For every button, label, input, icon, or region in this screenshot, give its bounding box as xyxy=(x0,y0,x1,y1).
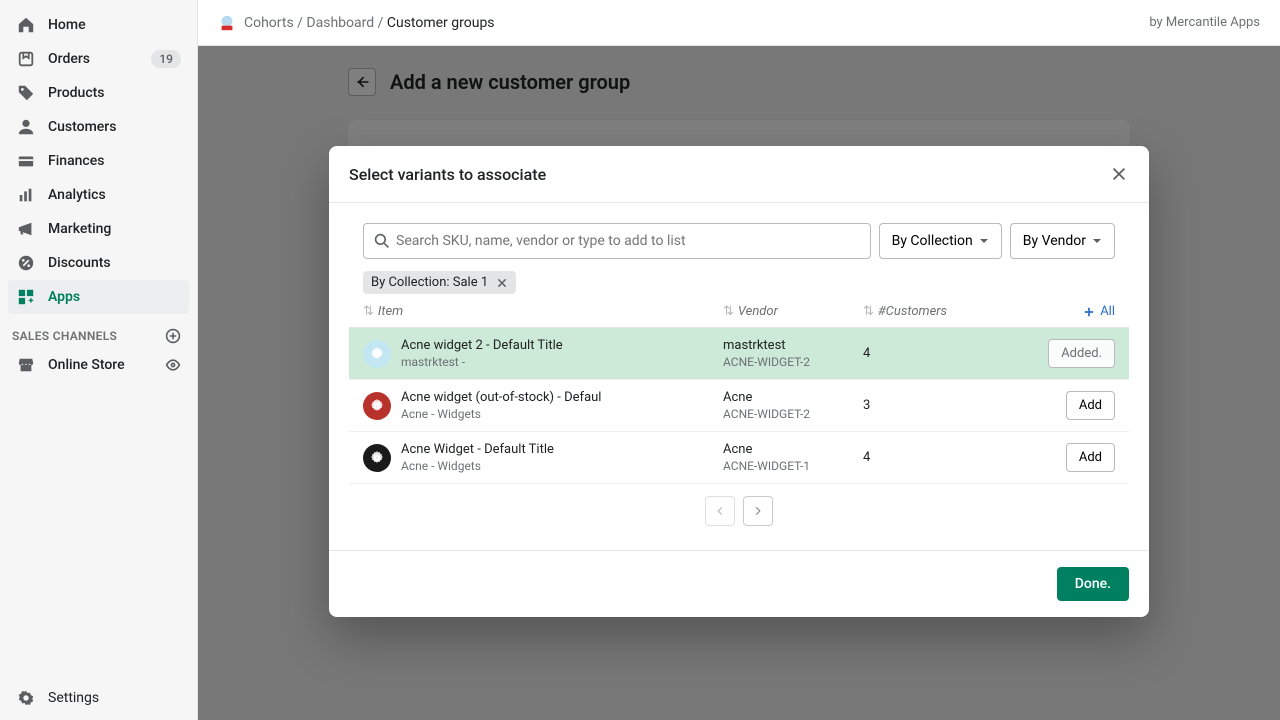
nav-label: Home xyxy=(48,17,86,33)
by-collection-dropdown[interactable]: By Collection xyxy=(879,223,1002,259)
pagination xyxy=(349,484,1129,538)
add-button[interactable]: Add xyxy=(1066,443,1115,472)
sort-icon[interactable]: ⇅ xyxy=(863,304,874,319)
vendor: Acne xyxy=(723,442,810,457)
store-icon xyxy=(16,355,36,375)
finances-icon xyxy=(16,151,36,171)
close-button[interactable] xyxy=(1109,164,1129,184)
item-title: Acne widget 2 - Default Title xyxy=(401,338,563,353)
modal-footer: Done. xyxy=(329,550,1149,617)
tag-icon xyxy=(16,83,36,103)
breadcrumb-a[interactable]: Cohorts xyxy=(244,15,294,31)
nav-marketing[interactable]: Marketing xyxy=(8,212,189,246)
table-row: Acne widget 2 - Default Title mastrktest … xyxy=(349,328,1129,380)
nav-home[interactable]: Home xyxy=(8,8,189,42)
item-subtitle: Acne - Widgets xyxy=(401,459,554,473)
nav-finances[interactable]: Finances xyxy=(8,144,189,178)
add-all-button[interactable]: All xyxy=(1082,304,1115,319)
sku: ACNE-WIDGET-2 xyxy=(723,355,810,369)
customer-count: 3 xyxy=(863,398,870,413)
nav-orders[interactable]: Orders 19 xyxy=(8,42,189,76)
filter-chip: By Collection: Sale 1 xyxy=(363,271,516,294)
nav-label: Marketing xyxy=(48,221,111,237)
person-icon xyxy=(16,117,36,137)
table-head: ⇅Item ⇅Vendor ⇅#Customers All xyxy=(349,304,1129,328)
gear-icon xyxy=(363,340,391,368)
home-icon xyxy=(16,15,36,35)
nav-discounts[interactable]: Discounts xyxy=(8,246,189,280)
variant-modal: Select variants to associate By Collecti… xyxy=(329,146,1149,617)
nav-label: Finances xyxy=(48,153,104,169)
app-logo-icon xyxy=(218,14,236,32)
analytics-icon xyxy=(16,185,36,205)
nav-customers[interactable]: Customers xyxy=(8,110,189,144)
sort-icon[interactable]: ⇅ xyxy=(723,304,734,319)
gear-icon xyxy=(363,392,391,420)
table-row: Acne Widget - Default Title Acne - Widget… xyxy=(349,432,1129,484)
nav-label: Customers xyxy=(48,119,116,135)
megaphone-icon xyxy=(16,219,36,239)
item-subtitle: mastrktest - xyxy=(401,355,563,369)
add-button[interactable]: Add xyxy=(1066,391,1115,420)
search-wrap[interactable] xyxy=(363,223,871,259)
search-input[interactable] xyxy=(396,233,860,249)
nav-label: Discounts xyxy=(48,255,111,271)
orders-icon xyxy=(16,49,36,69)
nav-label: Analytics xyxy=(48,187,106,203)
sku: ACNE-WIDGET-1 xyxy=(723,459,810,473)
remove-chip-icon[interactable] xyxy=(496,277,508,289)
breadcrumb-b[interactable]: Dashboard xyxy=(306,15,374,31)
by-vendor-dropdown[interactable]: By Vendor xyxy=(1010,223,1115,259)
nav-label: Orders xyxy=(48,51,90,67)
nav-products[interactable]: Products xyxy=(8,76,189,110)
vendor: mastrktest xyxy=(723,338,810,353)
table-body: Acne widget 2 - Default Title mastrktest … xyxy=(349,328,1129,484)
view-store-icon[interactable] xyxy=(165,357,181,373)
gear-icon xyxy=(363,444,391,472)
item-title: Acne widget (out-of-stock) - Defaul xyxy=(401,390,601,405)
main: Cohorts / Dashboard / Customer groups by… xyxy=(198,0,1280,720)
modal-overlay: Select variants to associate By Collecti… xyxy=(198,46,1280,720)
sort-icon[interactable]: ⇅ xyxy=(363,304,374,319)
breadcrumb: Cohorts / Dashboard / Customer groups xyxy=(244,15,495,31)
customer-count: 4 xyxy=(863,450,870,465)
chevron-down-icon xyxy=(979,236,989,246)
add-channel-icon[interactable] xyxy=(165,328,181,344)
product-thumbnail xyxy=(363,340,391,368)
item-subtitle: Acne - Widgets xyxy=(401,407,601,421)
modal-body: By Collection By Vendor By Collection: S… xyxy=(329,203,1149,550)
sales-channels-heading: SALES CHANNELS xyxy=(8,314,189,348)
nav-settings[interactable]: Settings xyxy=(8,676,189,720)
nav-label: Apps xyxy=(48,289,80,305)
done-button[interactable]: Done. xyxy=(1057,567,1129,601)
apps-icon xyxy=(16,287,36,307)
attribution: by Mercantile Apps xyxy=(1149,15,1260,30)
sku: ACNE-WIDGET-2 xyxy=(723,407,810,421)
table-row: Acne widget (out-of-stock) - Defaul Acne … xyxy=(349,380,1129,432)
nav-label: Products xyxy=(48,85,105,101)
gear-icon xyxy=(16,688,36,708)
nav-analytics[interactable]: Analytics xyxy=(8,178,189,212)
search-row: By Collection By Vendor xyxy=(349,223,1129,259)
customer-count: 4 xyxy=(863,346,870,361)
product-thumbnail xyxy=(363,444,391,472)
breadcrumb-current: Customer groups xyxy=(387,15,495,31)
modal-header: Select variants to associate xyxy=(329,146,1149,203)
prev-page-button[interactable] xyxy=(705,496,735,526)
product-thumbnail xyxy=(363,392,391,420)
search-icon xyxy=(374,233,390,249)
topbar: Cohorts / Dashboard / Customer groups by… xyxy=(198,0,1280,46)
channel-online-store[interactable]: Online Store xyxy=(8,348,189,382)
added-button[interactable]: Added. xyxy=(1048,339,1115,368)
discount-icon xyxy=(16,253,36,273)
sidebar: Home Orders 19 Products Customers Financ… xyxy=(0,0,198,720)
orders-badge: 19 xyxy=(151,50,181,68)
next-page-button[interactable] xyxy=(743,496,773,526)
chevron-down-icon xyxy=(1092,236,1102,246)
item-title: Acne Widget - Default Title xyxy=(401,442,554,457)
nav-apps[interactable]: Apps xyxy=(8,280,189,314)
channel-label: Online Store xyxy=(48,357,125,373)
vendor: Acne xyxy=(723,390,810,405)
modal-title: Select variants to associate xyxy=(349,165,546,184)
